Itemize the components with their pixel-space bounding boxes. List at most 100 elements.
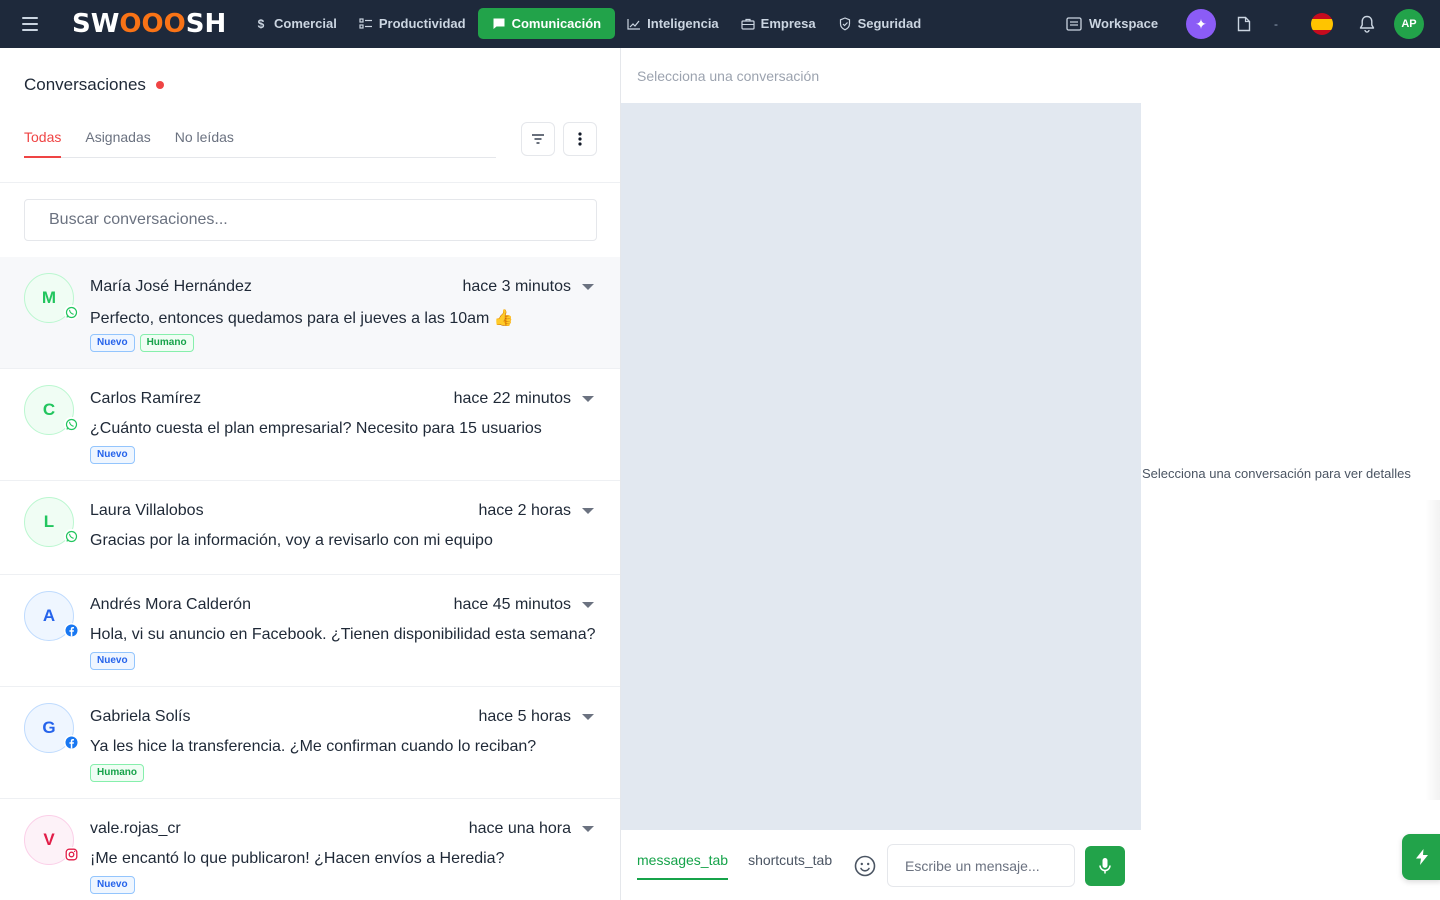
chevron-down-icon[interactable]	[582, 508, 594, 514]
nav-item-comercial[interactable]: $ Comercial	[244, 8, 347, 39]
message-time: hace 22 minutos	[453, 390, 571, 407]
message-time: hace una hora	[468, 820, 571, 837]
message-time: hace 5 horas	[478, 708, 571, 725]
conversation-item[interactable]: A Andrés Mora Calderón hace 45 minutos Hola…	[0, 575, 620, 687]
hamburger-menu-icon[interactable]	[22, 14, 42, 34]
panel-title: Conversaciones	[24, 75, 164, 95]
last-message-preview: ¡Me encantó lo que publicaron! ¿Hacen en…	[90, 850, 505, 867]
whatsapp-icon	[64, 529, 79, 544]
dropdown-dash[interactable]: -	[1270, 14, 1282, 34]
message-input[interactable]	[887, 844, 1075, 887]
notifications-bell-icon[interactable]	[1357, 14, 1377, 34]
nav-item-seguridad[interactable]: Seguridad	[828, 8, 932, 39]
conversation-tags: Nuevo	[90, 652, 135, 670]
voice-record-button[interactable]	[1085, 846, 1125, 886]
more-options-button[interactable]	[563, 122, 597, 156]
tab-no-leidas[interactable]: No leídas	[175, 123, 234, 158]
checklist-icon	[359, 17, 373, 31]
panel-divider	[0, 182, 620, 183]
top-navigation-bar: SWOOOSH $ Comercial Productividad Comunicac…	[0, 0, 1440, 48]
chevron-down-icon[interactable]	[582, 284, 594, 290]
conversation-item[interactable]: C Carlos Ramírez hace 22 minutos ¿Cuánto cu…	[0, 369, 620, 481]
chevron-down-icon[interactable]	[582, 396, 594, 402]
conversation-item[interactable]: L Laura Villalobos hace 2 horas Gracias por…	[0, 481, 620, 575]
lightning-icon	[1416, 849, 1428, 865]
facebook-icon	[64, 623, 79, 638]
workspace-button[interactable]: Workspace	[1066, 8, 1158, 39]
tab-asignadas[interactable]: Asignadas	[85, 123, 150, 158]
document-button[interactable]	[1235, 14, 1253, 34]
tag-nuevo: Nuevo	[90, 876, 135, 894]
conversation-tags: Humano	[90, 764, 144, 782]
conversation-tags: Nuevo	[90, 876, 135, 894]
instagram-icon	[64, 847, 79, 862]
tag-nuevo: Nuevo	[90, 446, 135, 464]
chat-messages-area	[621, 103, 1141, 830]
whatsapp-icon	[64, 305, 79, 320]
nav-item-empresa[interactable]: Empresa	[731, 8, 826, 39]
nav-item-label: Comunicación	[511, 16, 602, 31]
briefcase-icon	[741, 17, 755, 31]
user-avatar[interactable]: AP	[1394, 9, 1424, 39]
contact-name: Carlos Ramírez	[90, 390, 202, 407]
shield-icon	[838, 16, 852, 31]
tag-humano: Humano	[139, 334, 194, 352]
nav-item-inteligencia[interactable]: Inteligencia	[617, 8, 729, 39]
conversations-panel: Conversaciones Todas Asignadas No leídas M…	[0, 48, 621, 900]
nav-item-comunicacion[interactable]: Comunicación	[477, 8, 616, 39]
contact-name: Gabriela Solís	[90, 708, 191, 725]
last-message-preview: Hola, vi su anuncio en Facebook. ¿Tienen…	[90, 626, 596, 643]
tag-humano: Humano	[90, 764, 144, 782]
panel-title-text: Conversaciones	[24, 75, 146, 94]
workspace-icon	[1066, 16, 1082, 31]
chevron-down-icon[interactable]	[582, 826, 594, 832]
conversation-tags: Nuevo Humano	[90, 334, 194, 352]
chat-tab-shortcuts-tab[interactable]: shortcuts_tab	[748, 842, 832, 880]
emoji-picker-button[interactable]	[853, 854, 877, 878]
chat-tabs: messages_tab shortcuts_tab	[637, 842, 832, 880]
nav-item-label: Empresa	[760, 16, 816, 31]
conversation-list: M María José Hernández hace 3 minutos Perfe…	[0, 257, 620, 900]
quick-actions-button[interactable]	[1402, 834, 1440, 880]
unread-indicator-dot	[155, 81, 164, 89]
tab-todas[interactable]: Todas	[24, 123, 62, 158]
last-message-preview: Ya les hice la transferencia. ¿Me confir…	[90, 738, 537, 755]
last-message-preview: Gracias por la información, voy a revisa…	[90, 532, 493, 549]
nav-item-label: Inteligencia	[647, 16, 719, 31]
message-time: hace 45 minutos	[453, 596, 571, 613]
app-logo[interactable]: SWOOOSH	[72, 8, 226, 40]
contact-name: Laura Villalobos	[90, 502, 204, 519]
chat-icon	[492, 17, 506, 31]
spain-flag-icon[interactable]	[1311, 13, 1333, 35]
filter-button[interactable]	[521, 122, 555, 156]
whatsapp-icon	[64, 417, 79, 432]
dollar-icon: $	[257, 16, 265, 31]
message-time: hace 2 horas	[478, 502, 571, 519]
workspace-label: Workspace	[1089, 16, 1159, 31]
conversation-item[interactable]: G Gabriela Solís hace 5 horas Ya les hice l…	[0, 687, 620, 799]
chart-icon	[627, 17, 641, 31]
chevron-down-icon[interactable]	[582, 602, 594, 608]
sparkle-icon: ✦	[1195, 15, 1207, 32]
conversation-item[interactable]: M María José Hernández hace 3 minutos Perfe…	[0, 257, 620, 369]
filter-icon	[532, 134, 544, 144]
chevron-down-icon[interactable]	[582, 714, 594, 720]
nav-item-label: Productividad	[378, 16, 466, 31]
chat-tab-messages-tab[interactable]: messages_tab	[637, 842, 729, 880]
main-nav: $ Comercial Productividad Comunicación Intel…	[244, 8, 931, 39]
nav-item-productividad[interactable]: Productividad	[349, 8, 476, 39]
nav-item-label: Seguridad	[857, 16, 922, 31]
side-drawer-shadow	[1425, 500, 1440, 800]
kebab-menu-icon	[578, 132, 582, 146]
message-time: hace 3 minutos	[462, 278, 571, 295]
search-conversations-input[interactable]	[24, 199, 597, 241]
conversation-tags: Nuevo	[90, 446, 135, 464]
contact-name: vale.rojas_cr	[90, 820, 181, 837]
conversation-tabs: Todas Asignadas No leídas	[24, 123, 496, 158]
contact-name: Andrés Mora Calderón	[90, 596, 251, 613]
contact-name: María José Hernández	[90, 278, 252, 295]
document-icon	[1237, 16, 1251, 32]
conversation-item[interactable]: Vvale.rojas_cr hace una hora ¡Me encantó l…	[0, 799, 620, 900]
ai-assistant-button[interactable]: ✦	[1186, 9, 1216, 39]
nav-item-label: Comercial	[274, 16, 337, 31]
